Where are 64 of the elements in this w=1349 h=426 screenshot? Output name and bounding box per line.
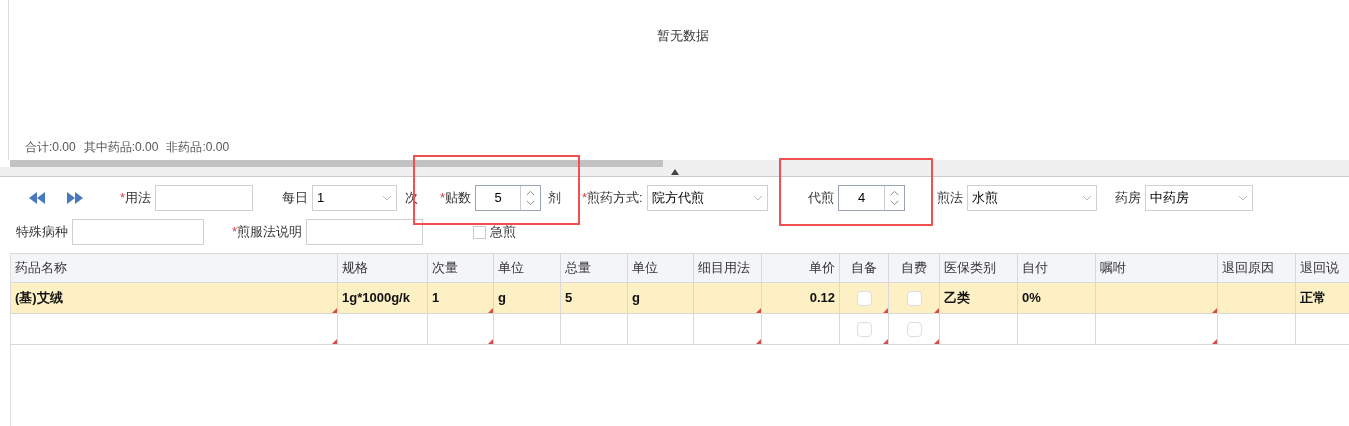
column-header[interactable]: 药品名称 (15, 258, 67, 278)
column-header[interactable]: 医保类别 (944, 258, 996, 278)
total-text: 非药品:0.00 (166, 139, 230, 156)
number-spinner[interactable]: 4 (838, 185, 905, 211)
table-cell-text: 乙类 (944, 289, 970, 308)
table-cell-text: (基)艾绒 (15, 289, 63, 308)
chevron-down-icon (1082, 195, 1092, 201)
table-row[interactable]: (基)艾绒 1g*1000g/k 1 g 5 g 0.12 乙类 0% 正常 (11, 283, 1349, 314)
select-field[interactable]: 1 (312, 185, 397, 211)
column-header[interactable]: 总量 (565, 258, 591, 278)
fast-forward-icon[interactable] (66, 192, 84, 204)
column-header[interactable]: 次量 (432, 258, 458, 278)
rewind-icon[interactable] (28, 192, 46, 204)
select-field[interactable]: 中药房 (1145, 185, 1253, 211)
column-header[interactable]: 自费 (901, 258, 927, 278)
field-label: *贴数 (440, 189, 472, 208)
field-label: 特殊病种 (16, 223, 68, 242)
table-cell-text: 1g*1000g/k (342, 289, 410, 308)
select-field[interactable]: 院方代煎 (646, 185, 768, 211)
table-cell-text: 1 (432, 289, 440, 308)
column-header[interactable]: 退回原因 (1222, 258, 1274, 278)
field-label: 代煎 (808, 189, 834, 208)
column-header[interactable]: 单价 (809, 258, 835, 278)
checkbox[interactable] (856, 321, 872, 337)
checkbox[interactable] (856, 290, 872, 306)
select-field[interactable]: 水煎 (967, 185, 1097, 211)
field-label: 每日 (282, 189, 308, 208)
checkbox-label: 急煎 (490, 223, 516, 242)
column-header[interactable]: 退回说 (1300, 258, 1339, 278)
input-field[interactable] (306, 219, 424, 245)
input-field[interactable] (72, 219, 204, 245)
field-label: 煎法 (937, 189, 963, 208)
triangle-up-icon[interactable] (670, 169, 679, 175)
chevron-down-icon (1238, 195, 1248, 201)
scrollbar-thumb[interactable] (10, 160, 663, 167)
field-label: 药房 (1115, 189, 1141, 208)
table-cell-text: 0% (1022, 289, 1041, 308)
column-header[interactable]: 细目用法 (698, 258, 750, 278)
column-header[interactable]: 单位 (498, 258, 524, 278)
table-cell-text: g (498, 289, 506, 308)
table-cell-text: g (632, 289, 640, 308)
field-label: *用法 (120, 189, 152, 208)
column-header[interactable]: 单位 (632, 258, 658, 278)
input-field[interactable] (155, 185, 254, 211)
column-header[interactable]: 自付 (1022, 258, 1048, 278)
chevron-down-icon (382, 195, 392, 201)
column-header[interactable]: 自备 (851, 258, 877, 278)
field-label: *煎服法说明 (232, 223, 303, 242)
table-row[interactable] (11, 314, 1349, 345)
total-text: 合计:0.00 (25, 139, 76, 156)
empty-message: 暂无数据 (657, 27, 709, 45)
table-cell-text: 5 (565, 289, 573, 308)
column-header[interactable]: 规格 (342, 258, 368, 278)
checkbox[interactable] (473, 225, 486, 239)
checkbox[interactable] (906, 321, 922, 337)
checkbox[interactable] (906, 290, 922, 306)
number-spinner[interactable]: 5 (475, 185, 542, 211)
column-header[interactable]: 嘱咐 (1100, 258, 1126, 278)
unit-label: 剂 (548, 189, 561, 208)
table-cell-text: 0.12 (809, 289, 835, 308)
field-label: *煎药方式: (582, 189, 643, 208)
chevron-down-icon (752, 195, 763, 201)
table-cell-text: 正常 (1300, 289, 1326, 308)
total-text: 其中药品:0.00 (83, 139, 159, 156)
